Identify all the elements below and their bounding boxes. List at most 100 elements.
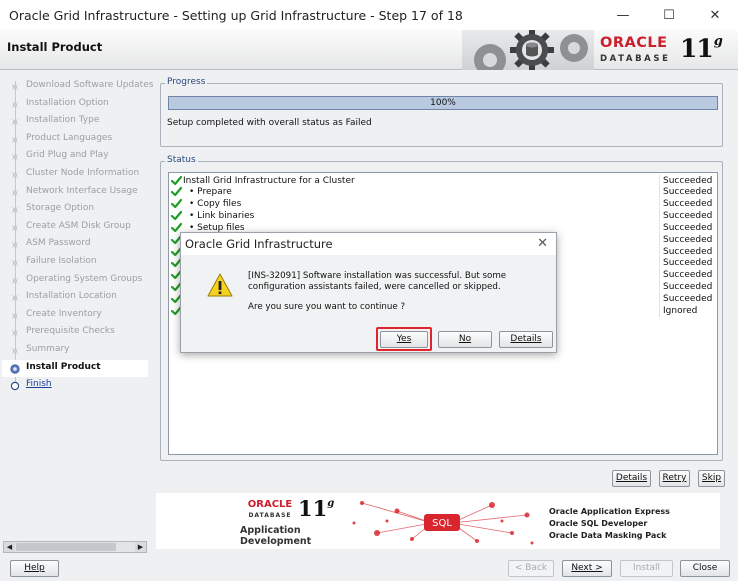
- nav-step-14: Create Inventory: [2, 307, 148, 324]
- nav-step-label: Installation Location: [26, 291, 117, 302]
- progress-percent: 100%: [430, 98, 456, 108]
- dialog-question: Are you sure you want to continue ?: [248, 302, 406, 312]
- no-button[interactable]: No: [438, 331, 492, 348]
- nav-step-label: Create ASM Disk Group: [26, 220, 131, 231]
- status-row-result: Succeeded: [663, 222, 713, 233]
- oracle-database-logo: ORACLE DATABASE: [600, 35, 671, 64]
- dialog-message: [INS-32091] Software installation was su…: [248, 271, 507, 292]
- product-banner: ORACLE DATABASE 11g Application Developm…: [156, 493, 720, 549]
- step-node-icon: [11, 294, 19, 302]
- nav-step-12: Operating System Groups: [2, 272, 148, 289]
- nav-step-9: Create ASM Disk Group: [2, 219, 148, 236]
- status-row-name: • Link binaries: [189, 211, 255, 222]
- dialog-titlebar: Oracle Grid Infrastructure ✕: [181, 233, 556, 255]
- dialog-title: Oracle Grid Infrastructure: [185, 237, 333, 251]
- column-divider: [659, 210, 660, 223]
- status-row-name: • Prepare: [189, 187, 232, 198]
- nav-step-4: Product Languages: [2, 131, 148, 148]
- banner-title: Application Development: [240, 525, 312, 547]
- banner-artwork: SQL: [352, 501, 534, 545]
- install-button[interactable]: Install: [620, 560, 673, 577]
- nav-step-label: Grid Plug and Play: [26, 150, 109, 161]
- help-button[interactable]: Help: [10, 560, 59, 577]
- maximize-button[interactable]: ☐: [646, 0, 692, 30]
- column-divider: [659, 257, 660, 270]
- gears-graphic-icon: [462, 30, 594, 70]
- column-divider: [659, 186, 660, 199]
- sql-tag: SQL: [432, 518, 452, 529]
- window-titlebar: Oracle Grid Infrastructure - Setting up …: [0, 0, 738, 30]
- column-divider: [659, 293, 660, 305]
- skip-button[interactable]: Skip: [698, 470, 725, 487]
- check-icon: [171, 199, 182, 209]
- nav-step-label: Install Product: [26, 361, 101, 372]
- status-row-result: Succeeded: [663, 234, 713, 245]
- status-legend: Status: [165, 155, 198, 165]
- step-node-icon: [11, 83, 19, 91]
- banner-version: 11g: [298, 496, 335, 521]
- installer-header: Install Product ORACLE DATABASE 11g: [0, 30, 738, 70]
- step-node-icon: [11, 312, 19, 320]
- page-title: Install Product: [7, 40, 103, 54]
- step-navigation: Download Software Updates Installation Op…: [2, 71, 153, 553]
- nav-step-label[interactable]: Finish: [26, 379, 52, 389]
- status-row-result: Succeeded: [663, 294, 713, 304]
- step-node-icon: [11, 118, 19, 126]
- step-node-icon: [11, 259, 19, 267]
- step-node-icon: [11, 224, 19, 232]
- window-title: Oracle Grid Infrastructure - Setting up …: [9, 7, 463, 23]
- status-row-result: Succeeded: [663, 175, 713, 186]
- banner-oracle-logo: ORACLE DATABASE: [247, 499, 293, 520]
- nav-step-label: Storage Option: [26, 203, 95, 214]
- dialog-close-icon[interactable]: ✕: [537, 236, 548, 251]
- nav-step-label: Product Languages: [26, 132, 113, 143]
- check-icon: [171, 210, 182, 221]
- nav-step-label: Cluster Node Information: [26, 168, 140, 178]
- nav-step-label: Download Software Updates: [26, 80, 154, 90]
- status-row-result: Succeeded: [663, 187, 713, 198]
- nav-step-15: Prerequisite Checks: [2, 324, 148, 341]
- scroll-thumb[interactable]: [16, 543, 116, 551]
- status-row-name: • Copy files: [189, 199, 242, 210]
- close-window-button[interactable]: ✕: [692, 0, 738, 30]
- column-divider: [659, 233, 660, 246]
- status-details-button[interactable]: Details: [612, 470, 651, 487]
- status-row-result: Succeeded: [663, 258, 713, 269]
- status-row: Install Grid Infrastructure for a Cluste…: [169, 174, 717, 187]
- step-node-icon: [11, 277, 19, 284]
- nav-step-10: ASM Password: [2, 236, 148, 253]
- column-divider: [659, 245, 660, 258]
- nav-step-label: Installation Type: [26, 115, 100, 126]
- status-row: • Copy files Succeeded: [169, 198, 717, 211]
- step-node-icon: [11, 171, 19, 179]
- nav-step-11: Failure Isolation: [2, 254, 148, 271]
- check-icon: [171, 175, 182, 185]
- status-row-result: Ignored: [663, 305, 698, 316]
- status-row: • Prepare Succeeded: [169, 186, 717, 199]
- step-node-icon: [11, 189, 19, 196]
- nav-step-18[interactable]: Finish: [2, 377, 148, 394]
- retry-button[interactable]: Retry: [659, 470, 690, 487]
- step-node-icon: [11, 206, 19, 214]
- scroll-right-arrow-icon[interactable]: ▶: [135, 542, 146, 552]
- close-button[interactable]: Close: [680, 560, 730, 577]
- status-row-result: Succeeded: [663, 246, 713, 257]
- yes-button[interactable]: Yes: [380, 331, 428, 348]
- scroll-left-arrow-icon[interactable]: ◀: [4, 542, 15, 552]
- column-divider: [659, 198, 660, 211]
- confirm-dialog: Oracle Grid Infrastructure ✕ [INS-32091]…: [180, 232, 557, 353]
- dialog-details-button[interactable]: Details: [499, 331, 553, 348]
- nav-step-7: Network Interface Usage: [2, 184, 148, 201]
- nav-horizontal-scrollbar[interactable]: ◀ ▶: [3, 541, 147, 553]
- nav-step-label: Installation Option: [26, 97, 109, 108]
- back-button[interactable]: < Back: [508, 560, 554, 577]
- check-icon: [171, 187, 182, 197]
- progress-message: Setup completed with overall status as F…: [167, 118, 372, 128]
- nav-step-17: Install Product: [2, 359, 148, 377]
- nav-step-3: Installation Type: [2, 113, 148, 130]
- next-button[interactable]: Next >: [562, 560, 612, 577]
- nav-step-label: Create Inventory: [26, 308, 102, 319]
- column-divider: [659, 281, 660, 294]
- minimize-button[interactable]: —: [600, 0, 646, 30]
- nav-step-13: Installation Location: [2, 289, 148, 306]
